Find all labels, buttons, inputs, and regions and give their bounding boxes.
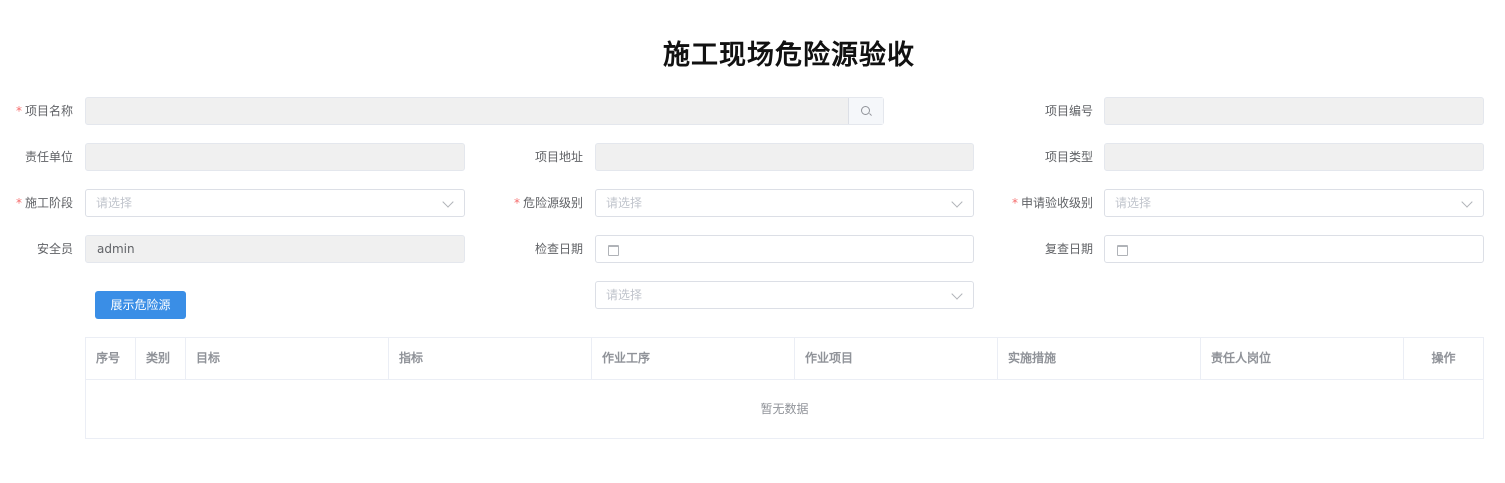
project-no-label: 项目编号	[1044, 104, 1093, 118]
hazard-level-label: * 危险源级别	[513, 196, 583, 210]
acceptance-level-label: * 申请验收级别	[1011, 196, 1093, 210]
column-header: 责任人岗位	[1201, 338, 1404, 379]
select-placeholder: 请选择	[606, 196, 643, 210]
select-placeholder: 请选择	[1115, 196, 1152, 210]
responsible-unit-label: 责任单位	[24, 150, 73, 164]
check-date-label: 检查日期	[534, 242, 583, 256]
project-address-label: 项目地址	[534, 150, 583, 164]
project-no-input	[1104, 97, 1484, 125]
show-hazards-button[interactable]: 展示危险源	[95, 291, 186, 319]
acceptance-level-select[interactable]: 请选择	[1104, 189, 1484, 217]
table-empty-text: 暂无数据	[760, 402, 809, 416]
check-date-picker[interactable]	[595, 235, 974, 263]
select-placeholder: 请选择	[606, 288, 643, 302]
chevron-down-icon	[442, 196, 454, 208]
safety-officer-label: 安全员	[36, 242, 73, 256]
column-header: 指标	[389, 338, 592, 379]
column-header: 序号	[86, 338, 136, 379]
construction-stage-label: * 施工阶段	[15, 196, 73, 210]
required-mark: *	[15, 104, 22, 118]
safety-officer-input: admin	[85, 235, 465, 263]
column-header: 操作	[1431, 351, 1456, 365]
project-type-label: 项目类型	[1044, 150, 1093, 164]
column-header: 作业项目	[795, 338, 998, 379]
required-mark: *	[15, 196, 22, 210]
project-name-input[interactable]	[85, 97, 884, 125]
safety-officer-value: admin	[97, 242, 135, 256]
construction-stage-select[interactable]: 请选择	[85, 189, 465, 217]
recheck-date-label: 复查日期	[1044, 242, 1093, 256]
hazard-level-select[interactable]: 请选择	[595, 189, 974, 217]
project-name-label: * 项目名称	[15, 104, 73, 118]
responsible-unit-input	[85, 143, 465, 171]
calendar-icon	[1117, 245, 1128, 256]
column-header: 类别	[136, 338, 186, 379]
project-address-input	[595, 143, 974, 171]
required-mark: *	[1011, 196, 1018, 210]
required-mark: *	[513, 196, 520, 210]
project-type-input	[1104, 143, 1484, 171]
project-search-button[interactable]	[848, 98, 883, 124]
extra-select[interactable]: 请选择	[595, 281, 974, 309]
calendar-icon	[608, 245, 619, 256]
column-header: 目标	[186, 338, 389, 379]
column-header: 实施措施	[998, 338, 1201, 379]
table-header: 序号 类别 目标 指标 作业工序 作业项目 实施措施 责任人岗位 操作	[86, 338, 1483, 380]
chevron-down-icon	[951, 196, 963, 208]
recheck-date-picker[interactable]	[1104, 235, 1484, 263]
chevron-down-icon	[1461, 196, 1473, 208]
chevron-down-icon	[951, 288, 963, 300]
hazard-table: 序号 类别 目标 指标 作业工序 作业项目 实施措施 责任人岗位 操作 暂无数据	[85, 337, 1484, 439]
column-header: 作业工序	[592, 338, 795, 379]
select-placeholder: 请选择	[96, 196, 133, 210]
page-title: 施工现场危险源验收	[663, 40, 915, 71]
